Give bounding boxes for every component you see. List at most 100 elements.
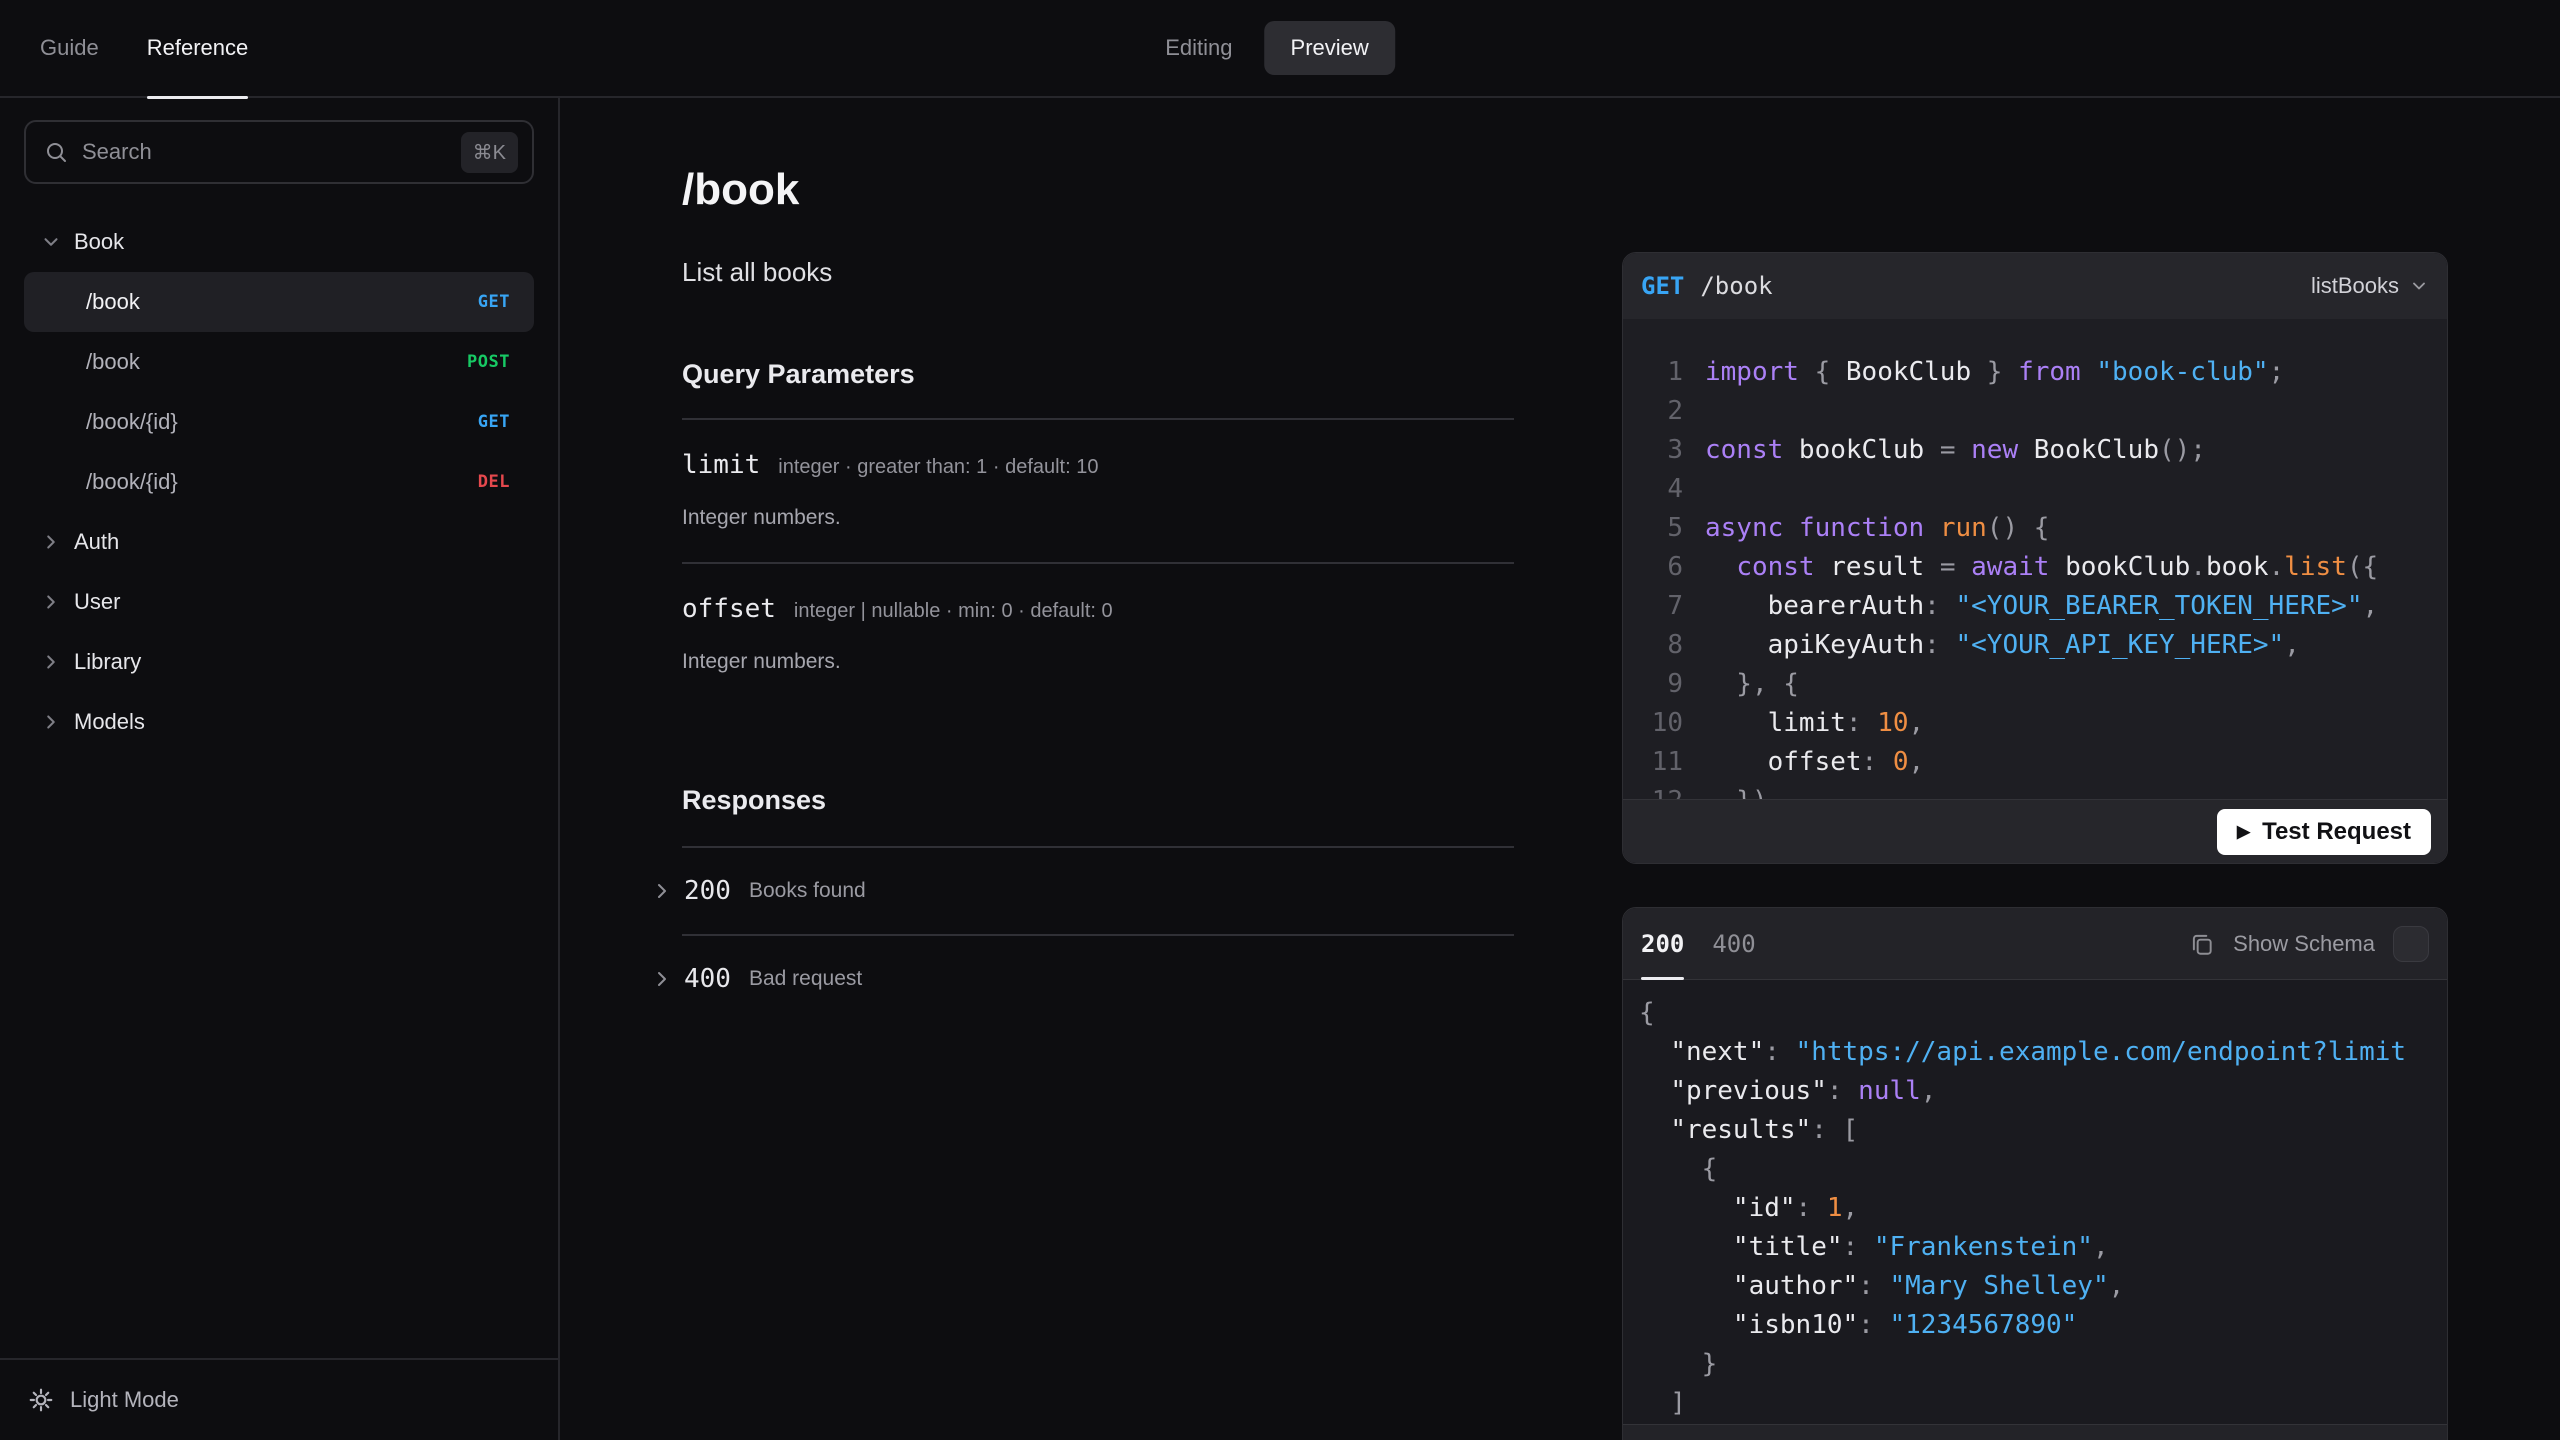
method-badge: GET: [477, 292, 510, 312]
sidebar-section-user[interactable]: User: [24, 572, 534, 632]
line-number: 4: [1667, 474, 1683, 504]
sidebar-section-auth[interactable]: Auth: [24, 512, 534, 572]
operation-select-value: listBooks: [2310, 273, 2399, 298]
code-line: 11 offset: 0,: [1639, 743, 2447, 782]
response-example-panel: 200 400 Show Schema { "next": "https://a…: [1622, 907, 2448, 1440]
param-meta: integer · greater than: 1 · default: 10: [778, 456, 1099, 478]
code-line: }: [1639, 1349, 1718, 1379]
topbar-nav: Guide Reference: [40, 0, 296, 99]
operation-select[interactable]: listBooks: [2311, 273, 2429, 299]
response-panel-footer: [1623, 1424, 2447, 1440]
response-row-200[interactable]: 200 Books found: [658, 848, 1514, 934]
light-mode-button[interactable]: Light Mode: [28, 1387, 179, 1413]
response-body-code-block: { "next": "https://api.example.com/endpo…: [1623, 980, 2447, 1424]
sidebar-item-book-id-del[interactable]: /book/{id} DEL: [24, 452, 534, 512]
tab-reference[interactable]: Reference: [146, 0, 248, 99]
copy-icon[interactable]: [2189, 931, 2215, 957]
code-line: 8 apiKeyAuth: "<YOUR_API_KEY_HERE>",: [1639, 626, 2447, 665]
request-code-block: 1 import { BookClub } from "book-club"; 2 3…: [1623, 319, 2447, 799]
search-input[interactable]: Search ⌘K: [24, 120, 534, 184]
line-number: 2: [1667, 396, 1683, 426]
code-line: ]: [1639, 1388, 1686, 1418]
sidebar-item-label: /book: [86, 349, 140, 374]
chevron-right-icon: [650, 879, 674, 903]
response-actions: Show Schema: [2189, 925, 2429, 962]
param-name: offset: [682, 594, 776, 624]
sidebar-item-book-id-get[interactable]: /book/{id} GET: [24, 392, 534, 452]
query-parameters-heading: Query Parameters: [682, 359, 915, 389]
chevron-right-icon: [40, 711, 62, 733]
sidebar-section-book[interactable]: Book: [24, 212, 534, 272]
response-status-code: 400: [684, 964, 731, 994]
response-row-400[interactable]: 400 Bad request: [658, 936, 1514, 1022]
test-request-label: Test Request: [2262, 817, 2411, 845]
chevron-right-icon: [40, 591, 62, 613]
code-line: 7 bearerAuth: "<YOUR_BEARER_TOKEN_HERE>"…: [1639, 587, 2447, 626]
param-meta: integer | nullable · min: 0 · default: 0: [793, 600, 1113, 622]
preview-toggle-button[interactable]: Preview: [1264, 21, 1395, 75]
operation-summary: List all books: [682, 257, 833, 287]
docs-column: /book List all books Query Parameters li…: [658, 98, 1514, 1440]
method-badge: POST: [467, 352, 510, 372]
sun-icon: [28, 1387, 54, 1413]
chevron-down-icon: [40, 231, 62, 253]
line-number: 11: [1651, 747, 1683, 777]
chevron-right-icon: [40, 531, 62, 553]
sidebar-item-label: /book/{id}: [86, 469, 178, 494]
show-schema-toggle[interactable]: [2393, 925, 2429, 962]
request-path: /book: [1700, 272, 1773, 300]
request-method: GET: [1641, 272, 1685, 300]
response-status-label: Books found: [748, 879, 866, 902]
sidebar-section-label: Library: [74, 649, 142, 674]
response-status-label: Bad request: [748, 967, 863, 990]
code-line: 4: [1639, 470, 2447, 509]
response-tab-200[interactable]: 200: [1641, 908, 1685, 980]
code-line: "author": "Mary Shelley",: [1732, 1271, 2125, 1301]
response-tab-400[interactable]: 400: [1712, 908, 1755, 980]
sidebar-footer: Light Mode: [0, 1358, 558, 1440]
topbar: Guide Reference Editing Preview: [0, 0, 2560, 99]
sidebar-section-library[interactable]: Library: [24, 632, 534, 692]
sidebar-nav: Book/book GET/book POST/book/{id} GET/book/…: [0, 212, 558, 752]
line-number: 6: [1667, 552, 1683, 582]
search-shortcut-badge: ⌘K: [460, 131, 518, 173]
sidebar-section-models[interactable]: Models: [24, 692, 534, 752]
param-offset: offset integer | nullable · min: 0 · def…: [682, 564, 1514, 706]
code-line: "results": [: [1670, 1115, 1859, 1145]
code-line: "id": 1,: [1732, 1193, 1859, 1223]
sidebar-item-label: /book: [86, 289, 140, 314]
code-line: {: [1639, 998, 1655, 1028]
sidebar-item-book-post[interactable]: /book POST: [24, 332, 534, 392]
line-number: 3: [1667, 435, 1683, 465]
line-number: 5: [1667, 513, 1683, 543]
code-line: 1 import { BookClub } from "book-club";: [1639, 353, 2447, 392]
chevron-right-icon: [40, 651, 62, 673]
request-panel-footer: ▶ Test Request: [1623, 799, 2447, 863]
line-number: 10: [1651, 708, 1683, 738]
search-icon: [44, 140, 68, 164]
code-line: 6 const result = await bookClub.book.lis…: [1639, 548, 2447, 587]
test-request-button[interactable]: ▶ Test Request: [2217, 808, 2431, 855]
line-number: 9: [1667, 669, 1683, 699]
method-badge: DEL: [477, 472, 510, 492]
response-tabs: 200 400: [1641, 908, 1756, 980]
chevron-right-icon: [650, 967, 674, 991]
sidebar-section-label: User: [74, 589, 121, 614]
request-panel-header: GET /book listBooks: [1623, 253, 2447, 319]
request-title: GET /book: [1641, 272, 1773, 300]
tab-guide[interactable]: Guide: [40, 0, 99, 97]
request-example-panel: GET /book listBooks 1 import { BookClub }…: [1622, 252, 2448, 864]
code-line: 3 const bookClub = new BookClub();: [1639, 431, 2447, 470]
line-number: 7: [1667, 591, 1683, 621]
light-mode-label: Light Mode: [70, 1387, 179, 1412]
play-icon: ▶: [2237, 822, 2251, 841]
code-line: "next": "https://api.example.com/endpoin…: [1670, 1037, 2407, 1067]
sidebar: Search ⌘K Book/book GET/book POST/book/{id…: [0, 98, 560, 1440]
param-description: Integer numbers.: [682, 506, 841, 529]
sidebar-item-book-get[interactable]: /book GET: [24, 272, 534, 332]
editing-toggle-button[interactable]: Editing: [1165, 35, 1232, 61]
code-line: 5 async function run() {: [1639, 509, 2447, 548]
chevron-down-icon: [2409, 276, 2429, 296]
mode-toggle: Editing Preview: [1165, 21, 1395, 75]
sidebar-section-label: Auth: [74, 529, 120, 554]
